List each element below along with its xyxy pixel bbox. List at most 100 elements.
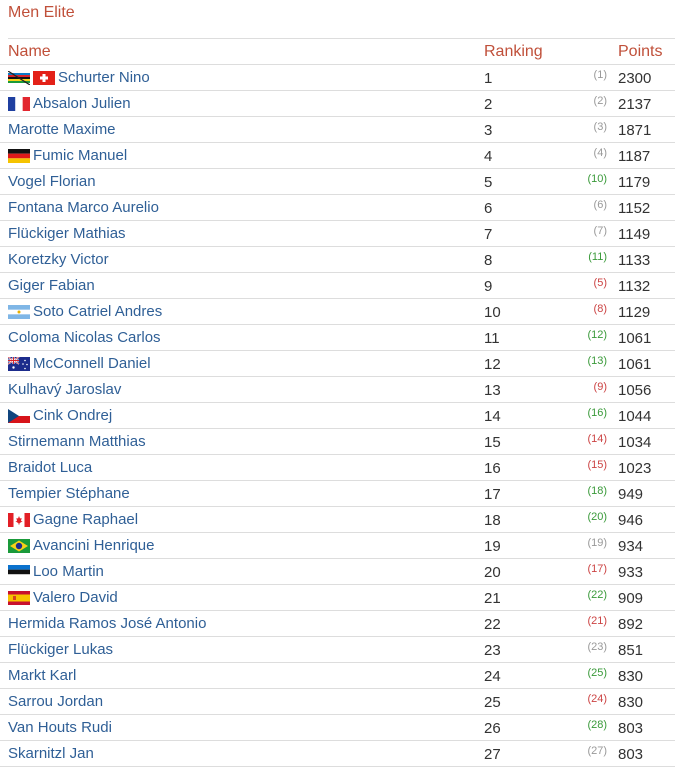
czech-flag-icon [8, 409, 30, 423]
spain-flag-icon [8, 591, 30, 605]
table-row: Braidot Luca 16 (15) 1023 [0, 455, 675, 481]
france-flag-icon [8, 97, 30, 111]
rider-name-link[interactable]: Skarnitzl Jan [8, 745, 94, 763]
rider-name-link[interactable]: Hermida Ramos José Antonio [8, 615, 206, 633]
rider-name-link[interactable]: Avancini Henrique [33, 537, 154, 555]
column-header-ranking[interactable]: Ranking [484, 43, 543, 61]
rider-name-link[interactable]: Kulhavý Jaroslav [8, 381, 121, 399]
rider-name-link[interactable]: Fumic Manuel [33, 147, 127, 165]
rider-name-link[interactable]: Gagne Raphael [33, 511, 138, 529]
previous-ranking: (12) [587, 329, 607, 341]
rider-cell: Van Houts Rudi [8, 719, 112, 737]
previous-ranking: (9) [593, 381, 607, 393]
points-value: 1061 [618, 356, 652, 373]
rider-name-link[interactable]: Braidot Luca [8, 459, 92, 477]
points-value: 933 [618, 564, 644, 581]
rider-cell: Flückiger Lukas [8, 641, 113, 659]
rider-name-link[interactable]: Giger Fabian [8, 277, 95, 295]
ranking-value: 3 [484, 122, 493, 139]
table-header: Name Ranking Points [0, 40, 675, 65]
rider-cell: Skarnitzl Jan [8, 745, 94, 763]
previous-ranking: (7) [593, 225, 607, 237]
table-row: Kulhavý Jaroslav 13 (9) 1056 [0, 377, 675, 403]
rider-name-link[interactable]: Flückiger Lukas [8, 641, 113, 659]
rider-cell: Sarrou Jordan [8, 693, 103, 711]
rider-name-link[interactable]: McConnell Daniel [33, 355, 151, 373]
column-header-name[interactable]: Name [8, 43, 51, 61]
title-divider [8, 38, 675, 39]
rider-name-link[interactable]: Absalon Julien [33, 95, 131, 113]
points-value: 830 [618, 694, 644, 711]
previous-ranking: (14) [587, 433, 607, 445]
argentina-flag-icon [8, 305, 30, 319]
rider-name-link[interactable]: Van Houts Rudi [8, 719, 112, 737]
rider-name-link[interactable]: Stirnemann Matthias [8, 433, 146, 451]
previous-ranking: (5) [593, 277, 607, 289]
previous-ranking: (6) [593, 199, 607, 211]
previous-ranking: (16) [587, 407, 607, 419]
column-header-points[interactable]: Points [618, 43, 662, 61]
rider-name-link[interactable]: Schurter Nino [58, 69, 150, 87]
previous-ranking: (28) [587, 719, 607, 731]
table-row: Sarrou Jordan 25 (24) 830 [0, 689, 675, 715]
ranking-value: 12 [484, 356, 501, 373]
ranking-value: 16 [484, 460, 501, 477]
previous-ranking: (10) [587, 173, 607, 185]
brazil-flag-icon [8, 539, 30, 553]
ranking-value: 22 [484, 616, 501, 633]
rider-name-link[interactable]: Vogel Florian [8, 173, 96, 191]
rider-name-link[interactable]: Tempier Stéphane [8, 485, 130, 503]
points-value: 830 [618, 668, 644, 685]
rider-name-link[interactable]: Coloma Nicolas Carlos [8, 329, 161, 347]
previous-ranking: (23) [587, 641, 607, 653]
rider-cell: Flückiger Mathias [8, 225, 126, 243]
points-value: 803 [618, 720, 644, 737]
ranking-value: 2 [484, 96, 493, 113]
ranking-value: 20 [484, 564, 501, 581]
table-row: Schurter Nino 1 (1) 2300 [0, 65, 675, 91]
ranking-value: 21 [484, 590, 501, 607]
ranking-value: 19 [484, 538, 501, 555]
points-value: 949 [618, 486, 644, 503]
points-value: 1056 [618, 382, 652, 399]
table-row: Koretzky Victor 8 (11) 1133 [0, 247, 675, 273]
table-row: Marotte Maxime 3 (3) 1871 [0, 117, 675, 143]
rider-name-link[interactable]: Soto Catriel Andres [33, 303, 162, 321]
rider-name-link[interactable]: Marotte Maxime [8, 121, 116, 139]
australia-flag-icon [8, 357, 30, 371]
rider-cell: Markt Karl [8, 667, 76, 685]
table-row: Skarnitzl Jan 27 (27) 803 [0, 741, 675, 767]
rider-cell: Fontana Marco Aurelio [8, 199, 159, 217]
points-value: 2300 [618, 70, 652, 87]
previous-ranking: (8) [593, 303, 607, 315]
rider-name-link[interactable]: Cink Ondrej [33, 407, 112, 425]
rider-name-link[interactable]: Koretzky Victor [8, 251, 109, 269]
table-row: Stirnemann Matthias 15 (14) 1034 [0, 429, 675, 455]
rider-name-link[interactable]: Loo Martin [33, 563, 104, 581]
table-row: Cink Ondrej 14 (16) 1044 [0, 403, 675, 429]
points-value: 1034 [618, 434, 652, 451]
previous-ranking: (3) [593, 121, 607, 133]
points-value: 946 [618, 512, 644, 529]
rider-cell: Schurter Nino [8, 69, 150, 87]
rider-name-link[interactable]: Markt Karl [8, 667, 76, 685]
previous-ranking: (20) [587, 511, 607, 523]
rider-name-link[interactable]: Sarrou Jordan [8, 693, 103, 711]
rider-name-link[interactable]: Fontana Marco Aurelio [8, 199, 159, 217]
previous-ranking: (17) [587, 563, 607, 575]
rider-cell: McConnell Daniel [8, 355, 151, 373]
page-title: Men Elite [8, 4, 75, 21]
rider-cell: Giger Fabian [8, 277, 95, 295]
points-value: 1044 [618, 408, 652, 425]
ranking-value: 17 [484, 486, 501, 503]
rider-cell: Koretzky Victor [8, 251, 109, 269]
points-value: 909 [618, 590, 644, 607]
rider-name-link[interactable]: Flückiger Mathias [8, 225, 126, 243]
ranking-value: 13 [484, 382, 501, 399]
germany-flag-icon [8, 149, 30, 163]
previous-ranking: (24) [587, 693, 607, 705]
ranking-value: 26 [484, 720, 501, 737]
rider-cell: Avancini Henrique [8, 537, 154, 555]
previous-ranking: (21) [587, 615, 607, 627]
rider-name-link[interactable]: Valero David [33, 589, 118, 607]
